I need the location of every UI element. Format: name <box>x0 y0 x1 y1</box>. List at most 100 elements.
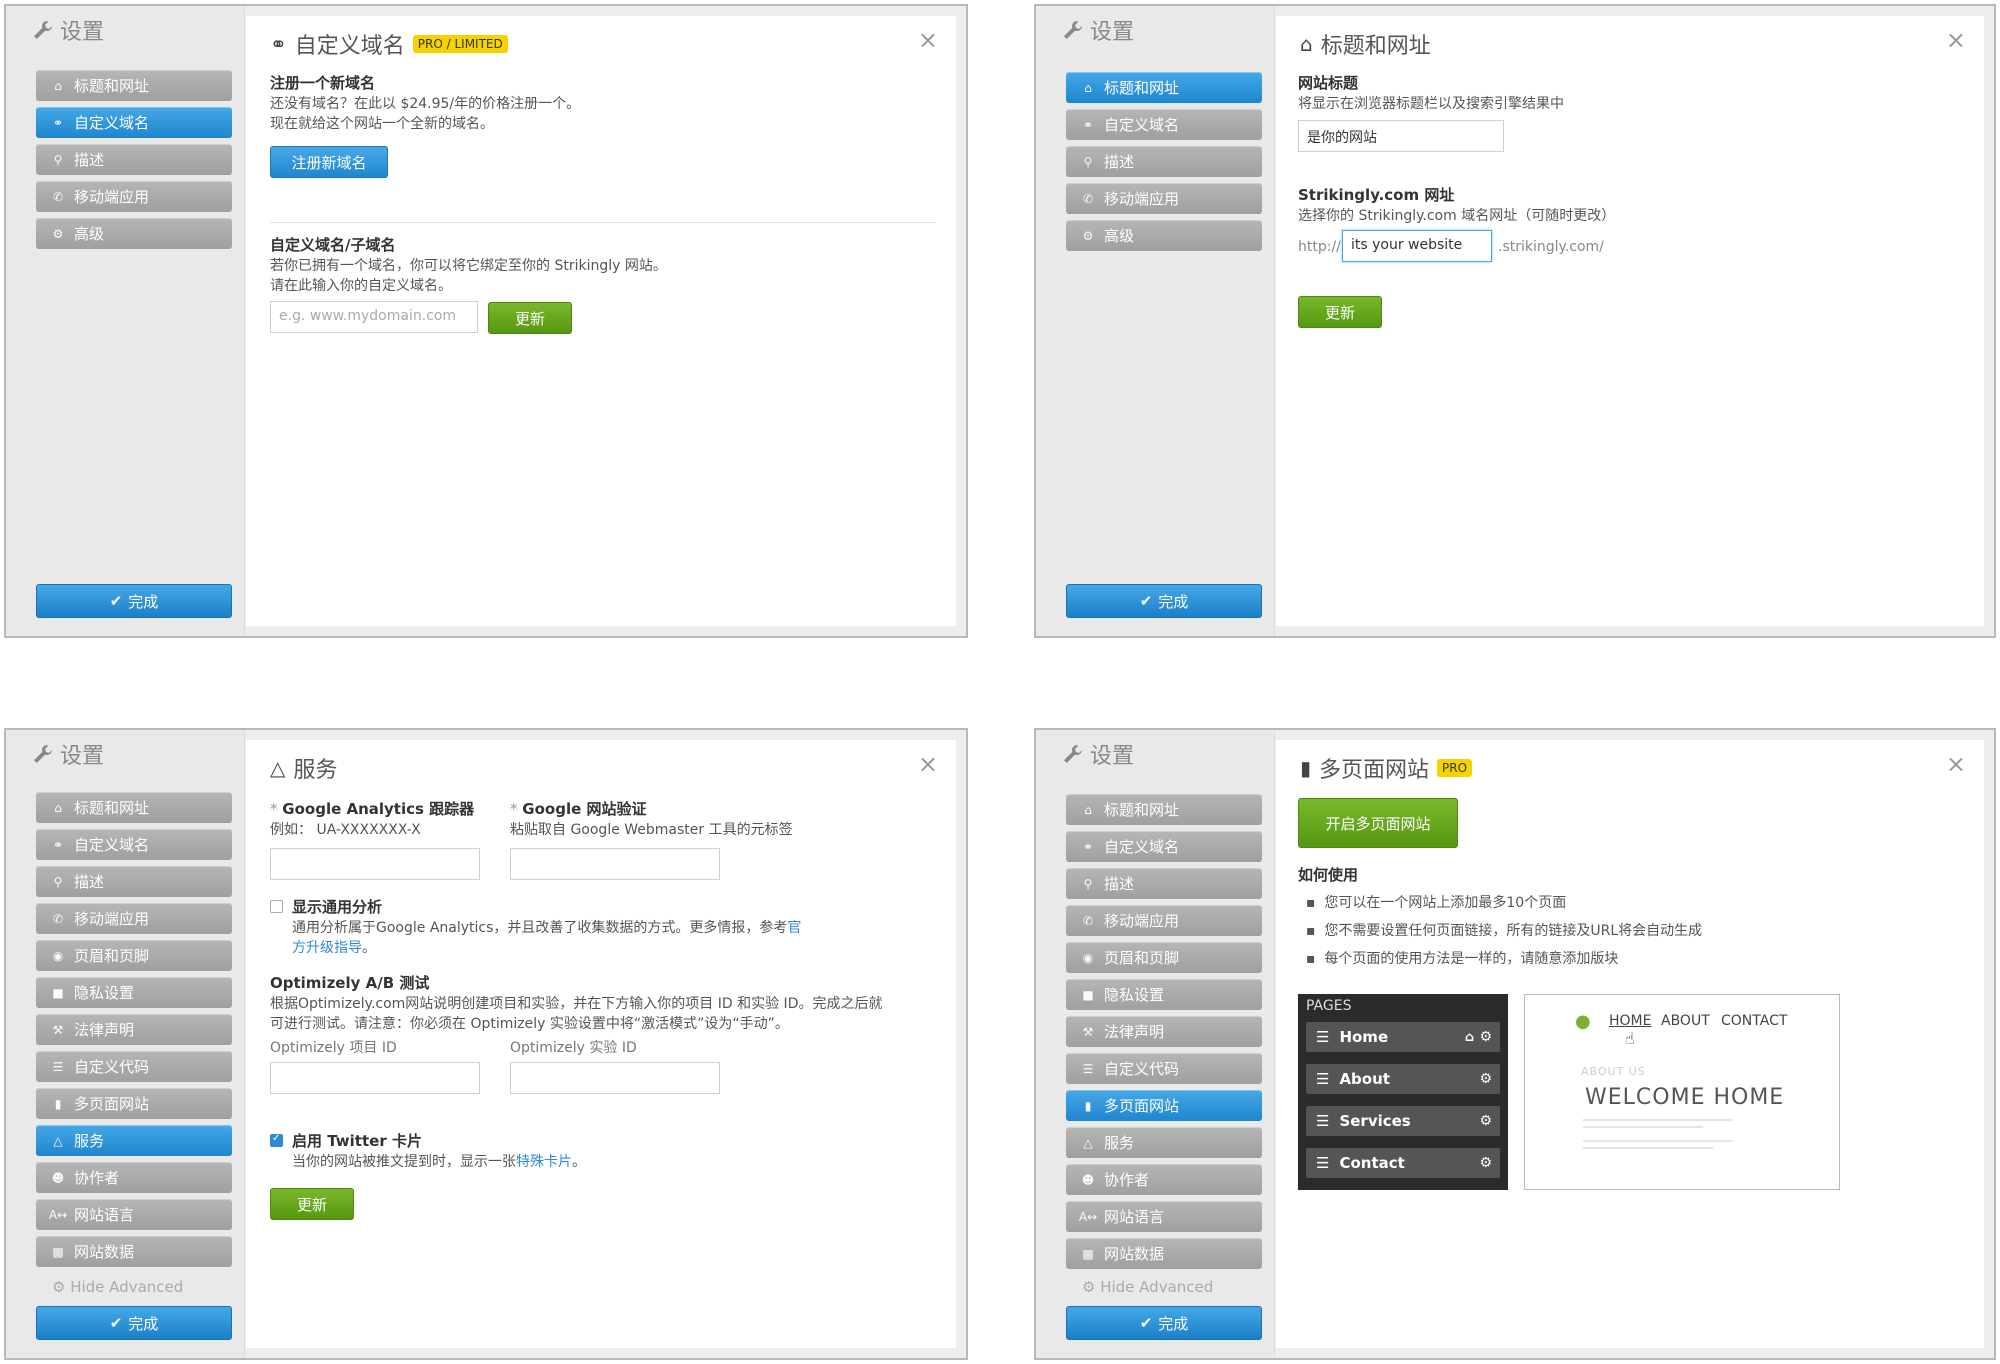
close-icon[interactable]: × <box>1946 750 1966 778</box>
sidebar-item-description[interactable]: ⚲ 描述 <box>36 144 232 175</box>
sidebar-item-services[interactable]: △ 服务 <box>36 1125 232 1156</box>
sidebar-item-custom-domain[interactable]: ⚭ 自定义域名 <box>36 829 232 860</box>
page-row-services[interactable]: ☰ Services ⚙ <box>1306 1106 1500 1136</box>
done-button[interactable]: ✔ 完成 <box>1066 584 1262 618</box>
sidebar-item-title-url[interactable]: ⌂ 标题和网址 <box>1066 72 1262 103</box>
sidebar-item-collaborators[interactable]: ☻ 协作者 <box>36 1162 232 1193</box>
hide-advanced-link[interactable]: ⚙ Hide Advanced <box>1082 1278 1213 1296</box>
settings-content: ⌂ 标题和网址 × 网站标题 将显示在浏览器标题栏以及搜索引擎结果中 是你的网站… <box>1276 16 1984 626</box>
site-title-input[interactable]: 是你的网站 <box>1298 120 1504 152</box>
optimizely-project-input[interactable] <box>270 1062 480 1094</box>
sidebar-item-privacy[interactable]: ■ 隐私设置 <box>36 977 232 1008</box>
page-name: About <box>1339 1070 1390 1088</box>
sidebar-item-label: 法律声明 <box>74 1021 135 1039</box>
sidebar-item-header-footer[interactable]: ◉ 页眉和页脚 <box>36 940 232 971</box>
sidebar-item-custom-domain[interactable]: ⚭ 自定义域名 <box>36 107 232 138</box>
done-label: 完成 <box>128 1314 159 1333</box>
sidebar-item-language[interactable]: A↔ 网站语言 <box>1066 1201 1262 1232</box>
register-domain-button[interactable]: 注册新域名 <box>270 146 388 178</box>
sidebar-item-description[interactable]: ⚲ 描述 <box>1066 146 1262 177</box>
sidebar-item-mobile-app[interactable]: ✆ 移动端应用 <box>36 903 232 934</box>
done-button[interactable]: ✔ 完成 <box>1066 1306 1262 1340</box>
twitter-card-desc: 当你的网站被推文提到时，显示一张特殊卡片。 <box>292 1152 586 1172</box>
sidebar-item-title-url[interactable]: ⌂ 标题和网址 <box>36 70 232 101</box>
sidebar-header: 设置 <box>6 730 244 778</box>
sidebar-item-description[interactable]: ⚲ 描述 <box>1066 868 1262 899</box>
subdomain-input[interactable]: its your website <box>1342 230 1492 262</box>
sidebar-item-title-url[interactable]: ⌂ 标题和网址 <box>36 792 232 823</box>
sidebar-item-custom-code[interactable]: ☰ 自定义代码 <box>36 1051 232 1082</box>
sidebar-item-mobile-app[interactable]: ✆ 移动端应用 <box>1066 905 1262 936</box>
done-label: 完成 <box>128 592 159 611</box>
sidebar-item-services[interactable]: △ 服务 <box>1066 1127 1262 1158</box>
sidebar-item-header-footer[interactable]: ◉ 页眉和页脚 <box>1066 942 1262 973</box>
special-card-link[interactable]: 特殊卡片 <box>516 1154 572 1170</box>
sidebar-item-privacy[interactable]: ■ 隐私设置 <box>1066 979 1262 1010</box>
close-icon[interactable]: × <box>918 26 938 54</box>
title-text: 标题和网址 <box>1320 34 1431 59</box>
update-button[interactable]: 更新 <box>488 302 572 334</box>
page-row-contact[interactable]: ☰ Contact ⚙ <box>1306 1148 1500 1178</box>
sidebar-item-multi-page[interactable]: ▮ 多页面网站 <box>1066 1090 1262 1121</box>
update-button[interactable]: 更新 <box>270 1188 354 1220</box>
required-mark: * <box>510 800 523 818</box>
sidebar-item-mobile-app[interactable]: ✆ 移动端应用 <box>36 181 232 212</box>
enable-multi-page-button[interactable]: 开启多页面网站 <box>1298 798 1458 848</box>
sidebar-item-analytics[interactable]: ▩ 网站数据 <box>1066 1238 1262 1269</box>
site-verification-input[interactable] <box>510 848 720 880</box>
sidebar-item-label: 自定义代码 <box>74 1058 150 1076</box>
sidebar-item-label: 协作者 <box>1104 1171 1150 1189</box>
done-button[interactable]: ✔ 完成 <box>36 584 232 618</box>
sidebar-item-label: 标题和网址 <box>74 77 150 95</box>
desc-end: 。 <box>362 940 376 956</box>
title-text: 服务 <box>293 758 338 783</box>
sidebar-item-label: 移动端应用 <box>1104 190 1180 208</box>
search-icon: ⚲ <box>53 874 63 889</box>
sidebar-item-language[interactable]: A↔ 网站语言 <box>36 1199 232 1230</box>
page-row-home[interactable]: ☰ Home ⌂ ⚙ <box>1306 1022 1500 1052</box>
sidebar-item-collaborators[interactable]: ☻ 协作者 <box>1066 1164 1262 1195</box>
upgrade-guide-link[interactable]: 方升级指导 <box>292 940 362 956</box>
upgrade-guide-link[interactable]: 官 <box>787 920 801 936</box>
sidebar-item-analytics[interactable]: ▩ 网站数据 <box>36 1236 232 1267</box>
update-button[interactable]: 更新 <box>1298 296 1382 328</box>
file-icon: ▮ <box>1084 1098 1092 1113</box>
sidebar-header: 设置 <box>1036 6 1274 54</box>
wrench-icon <box>1062 743 1084 765</box>
sidebar-item-advanced[interactable]: ⚙ 高级 <box>36 218 232 249</box>
pro-badge: PRO / LIMITED <box>412 35 508 53</box>
sidebar-item-custom-domain[interactable]: ⚭ 自定义域名 <box>1066 109 1262 140</box>
hide-advanced-link[interactable]: ⚙ Hide Advanced <box>52 1278 183 1296</box>
optimizely-experiment-input[interactable] <box>510 1062 720 1094</box>
ga-tracker-input[interactable] <box>270 848 480 880</box>
preview-nav-contact: CONTACT <box>1721 1013 1788 1029</box>
settings-content: ⚭ 自定义域名 PRO / LIMITED × 注册一个新域名 还没有域名？在此… <box>246 16 956 626</box>
sidebar-item-advanced[interactable]: ⚙ 高级 <box>1066 220 1262 251</box>
sidebar-title: 设置 <box>1090 20 1135 45</box>
link-icon: ⚭ <box>52 115 64 130</box>
twitter-card-checkbox[interactable] <box>270 1133 283 1147</box>
sidebar-item-multi-page[interactable]: ▮ 多页面网站 <box>36 1088 232 1119</box>
sidebar-item-legal[interactable]: ⚒ 法律声明 <box>1066 1016 1262 1047</box>
custom-domain-input[interactable]: e.g. www.mydomain.com <box>270 301 478 333</box>
home-icon: ⌂ <box>54 78 62 93</box>
sidebar-item-description[interactable]: ⚲ 描述 <box>36 866 232 897</box>
sidebar-item-legal[interactable]: ⚒ 法律声明 <box>36 1014 232 1045</box>
sidebar-item-custom-domain[interactable]: ⚭ 自定义域名 <box>1066 831 1262 862</box>
sidebar-item-label: 隐私设置 <box>74 984 135 1002</box>
close-icon[interactable]: × <box>1946 26 1966 54</box>
page-row-about[interactable]: ☰ About ⚙ <box>1306 1064 1500 1094</box>
gear-icon: ⚙ <box>1479 1071 1492 1087</box>
universal-analytics-checkbox[interactable] <box>270 900 283 913</box>
close-icon[interactable]: × <box>918 750 938 778</box>
sidebar-item-mobile-app[interactable]: ✆ 移动端应用 <box>1066 183 1262 214</box>
sidebar-item-custom-code[interactable]: ☰ 自定义代码 <box>1066 1053 1262 1084</box>
done-button[interactable]: ✔ 完成 <box>36 1306 232 1340</box>
gears-icon: ⚙ <box>1082 1278 1101 1296</box>
wrench-icon <box>32 743 54 765</box>
sidebar-item-label: 移动端应用 <box>74 910 150 928</box>
sidebar-item-title-url[interactable]: ⌂ 标题和网址 <box>1066 794 1262 825</box>
url-desc: 选择你的 Strikingly.com 域名网址（可随时更改） <box>1298 208 1616 224</box>
translate-icon: A↔ <box>48 1207 68 1222</box>
bar-chart-icon: ▩ <box>52 1244 64 1259</box>
